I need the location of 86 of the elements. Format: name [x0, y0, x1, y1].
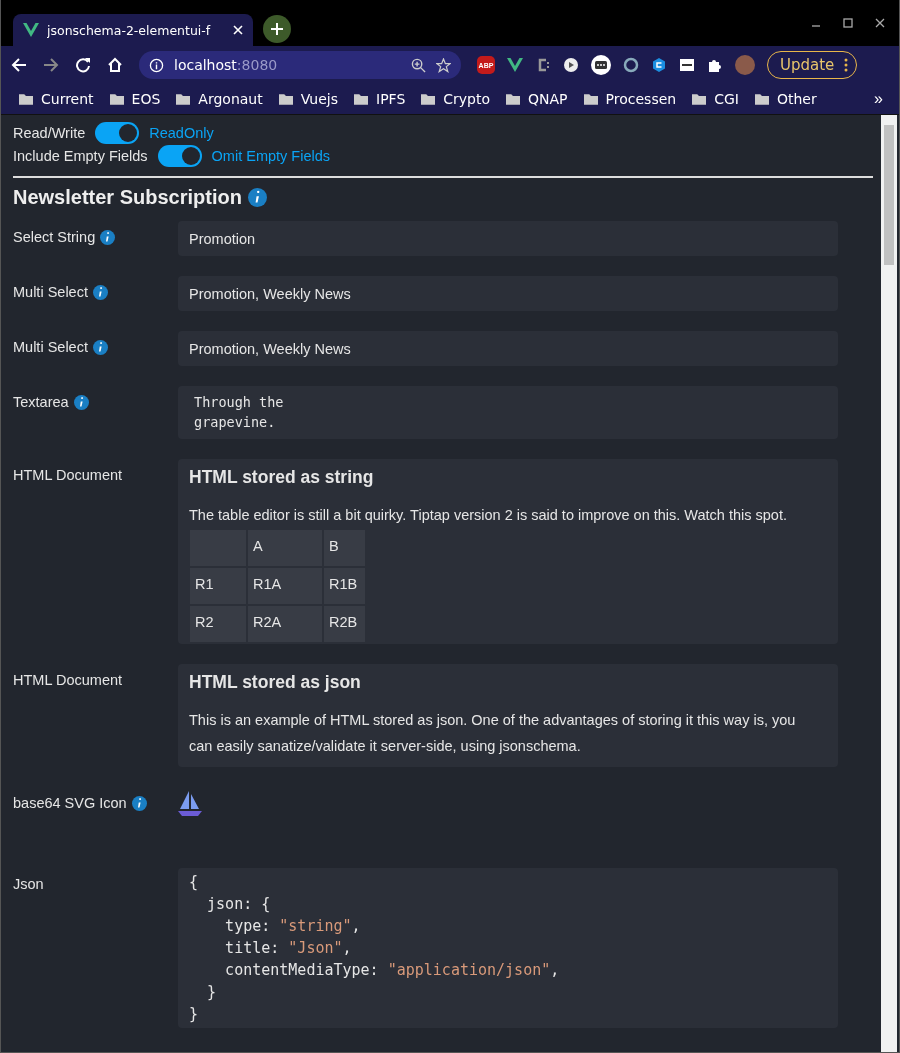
maximize-icon[interactable]: [843, 18, 853, 28]
table-cell: A: [248, 530, 322, 566]
input-field[interactable]: Promotion, Weekly News: [178, 276, 838, 311]
form-title: Newsletter Subscription: [13, 186, 242, 209]
document-heading: HTML stored as json: [189, 672, 362, 693]
folder-icon: [692, 93, 707, 105]
v-logo-icon: [23, 23, 39, 37]
toggle-switch[interactable]: [95, 121, 140, 144]
bookmark-folder[interactable]: Current: [19, 91, 94, 107]
field-label: base64 SVG Icon: [13, 795, 127, 811]
input-field[interactable]: Promotion: [178, 221, 838, 256]
table-cell: B: [324, 530, 365, 566]
folder-icon: [506, 93, 521, 105]
info-icon[interactable]: [92, 285, 108, 300]
info-icon[interactable]: [131, 796, 147, 811]
toggle-on-label: Omit Empty Fields: [211, 147, 331, 164]
bookmark-folder[interactable]: Argonaut: [176, 91, 263, 107]
forward-icon[interactable]: [43, 57, 59, 73]
field-label: HTML Document: [13, 672, 123, 688]
card-icon[interactable]: [679, 57, 695, 73]
bookmark-folder[interactable]: Crypto: [421, 91, 491, 107]
reload-icon[interactable]: [75, 57, 91, 73]
field-label: Select String: [13, 229, 96, 245]
update-button[interactable]: Update: [767, 51, 858, 79]
more-bookmarks-button[interactable]: »: [874, 90, 899, 108]
field-label: Textarea: [13, 394, 69, 410]
scrollbar[interactable]: [881, 115, 897, 1052]
input-field[interactable]: Promotion, Weekly News: [178, 331, 838, 366]
folder-icon: [109, 93, 124, 105]
folder-icon: [19, 93, 33, 105]
toggle-on-label: ReadOnly: [149, 124, 214, 141]
dots-icon[interactable]: [591, 55, 611, 75]
close-icon[interactable]: [875, 18, 885, 28]
folder-icon: [354, 93, 368, 105]
ring-icon[interactable]: [623, 57, 639, 73]
info-icon[interactable]: [247, 188, 267, 207]
play-circle-icon[interactable]: [563, 57, 579, 73]
puzzle-icon[interactable]: [707, 57, 723, 73]
document-heading: HTML stored as string: [189, 467, 375, 488]
sailboat-icon: [178, 791, 202, 817]
back-icon[interactable]: [11, 57, 27, 73]
bookmark-folder[interactable]: CGI: [692, 91, 739, 107]
v-logo-icon[interactable]: [507, 57, 523, 73]
bookmark-folder[interactable]: EOS: [109, 91, 161, 107]
toggle-off-label: Read/Write: [13, 124, 86, 141]
folder-icon: [176, 93, 191, 105]
star-icon[interactable]: [436, 57, 451, 73]
plus-icon: [271, 23, 283, 35]
field-label: Json: [13, 876, 44, 892]
toggle-switch[interactable]: [157, 144, 202, 167]
field-label: Multi Select: [13, 284, 88, 300]
document-paragraph: This is an example of HTML stored as json. One of the advantages of storing it this way is, you can easily sanatize/validate it server-side, using jsonschema.: [189, 711, 797, 756]
folder-icon: [754, 93, 769, 105]
address-bar[interactable]: localhost:8080: [139, 51, 461, 79]
info-icon[interactable]: [73, 395, 89, 410]
field-label: Multi Select: [13, 339, 88, 355]
table-cell: R1A: [248, 568, 322, 604]
table-cell: R1: [190, 568, 246, 604]
bookmark-folder[interactable]: QNAP: [506, 91, 568, 107]
folder-icon: [278, 93, 293, 105]
info-icon[interactable]: [100, 230, 116, 245]
field-label: HTML Document: [13, 467, 123, 483]
table-cell: R2B: [324, 606, 365, 642]
table-cell: R2A: [248, 606, 322, 642]
zoom-icon[interactable]: [411, 57, 426, 73]
info-icon[interactable]: [92, 340, 108, 355]
home-icon[interactable]: [107, 57, 123, 73]
toggle-off-label: Include Empty Fields: [13, 147, 148, 164]
bookmark-folder[interactable]: Processen: [583, 91, 677, 107]
table-cell: R2: [190, 606, 246, 642]
table-cell: R1B: [324, 568, 365, 604]
url-text: localhost:8080: [174, 57, 279, 73]
folder-icon: [583, 93, 598, 105]
folder-icon: [421, 93, 436, 105]
hexagon-icon[interactable]: [651, 57, 667, 73]
kebab-icon: [844, 58, 849, 72]
browser-tab[interactable]: jsonschema-2-elementui-f: [13, 14, 253, 46]
textarea-field[interactable]: Through the grapevine.: [178, 386, 838, 439]
bookmark-folder[interactable]: IPFS: [354, 91, 406, 107]
info-circle-icon[interactable]: [149, 57, 164, 73]
avatar[interactable]: [735, 55, 755, 75]
bookmark-folder[interactable]: Vuejs: [278, 91, 338, 107]
new-tab-button[interactable]: [263, 15, 291, 43]
bookmark-folder[interactable]: Other: [754, 91, 817, 107]
code-block: { json: { type: "string", title: "Json", contentMediaType: "application/json", } }: [178, 868, 838, 1028]
document-paragraph: The table editor is still a bit quirky. Tiptap version 2 is said to improve on this. Watch this spot.: [189, 506, 788, 525]
